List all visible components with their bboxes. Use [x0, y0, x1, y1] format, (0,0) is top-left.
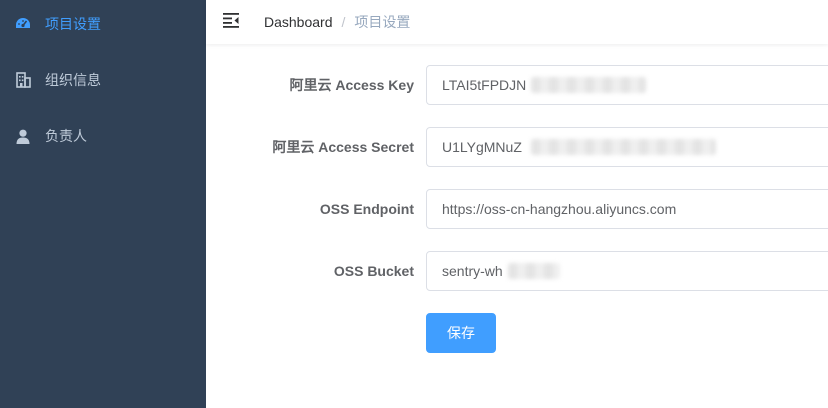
sidebar-item-owner[interactable]: 负责人	[0, 108, 206, 164]
sidebar-item-label: 项目设置	[45, 16, 101, 32]
sidebar-item-label: 负责人	[45, 128, 87, 144]
bucket-label: OSS Bucket	[333, 263, 414, 279]
form-row-bucket: OSS Bucket	[206, 251, 828, 291]
user-icon	[14, 127, 32, 145]
dashboard-gauge-icon	[14, 15, 32, 33]
navbar: Dashboard / 项目设置	[206, 0, 828, 44]
access-key-input[interactable]	[426, 65, 828, 105]
form-row-access-key: 阿里云 Access Key	[206, 65, 828, 105]
sidebar: 项目设置 组织信息 负责人	[0, 0, 206, 408]
form-row-endpoint: OSS Endpoint	[206, 189, 828, 229]
sidebar-item-org-info[interactable]: 组织信息	[0, 52, 206, 108]
building-icon	[14, 71, 32, 89]
form-row-access-secret: 阿里云 Access Secret	[206, 127, 828, 167]
hamburger-icon[interactable]	[222, 11, 240, 29]
breadcrumb-dashboard-link[interactable]: Dashboard	[264, 14, 333, 30]
access-secret-label: 阿里云 Access Secret	[272, 139, 414, 155]
breadcrumb: Dashboard / 项目设置	[264, 12, 410, 32]
bucket-input[interactable]	[426, 251, 828, 291]
sidebar-item-label: 组织信息	[45, 72, 101, 88]
sidebar-item-project-settings[interactable]: 项目设置	[0, 0, 206, 52]
breadcrumb-current: 项目设置	[354, 14, 411, 30]
endpoint-input[interactable]	[426, 189, 828, 229]
save-button[interactable]: 保存	[426, 313, 496, 353]
access-secret-input[interactable]	[426, 127, 828, 167]
breadcrumb-separator: /	[341, 14, 346, 30]
endpoint-label: OSS Endpoint	[319, 201, 414, 217]
access-key-label: 阿里云 Access Key	[289, 77, 414, 93]
app-root: 项目设置 组织信息 负责人 Dashboard / 项目设置 阿里云 Acces…	[0, 0, 828, 408]
